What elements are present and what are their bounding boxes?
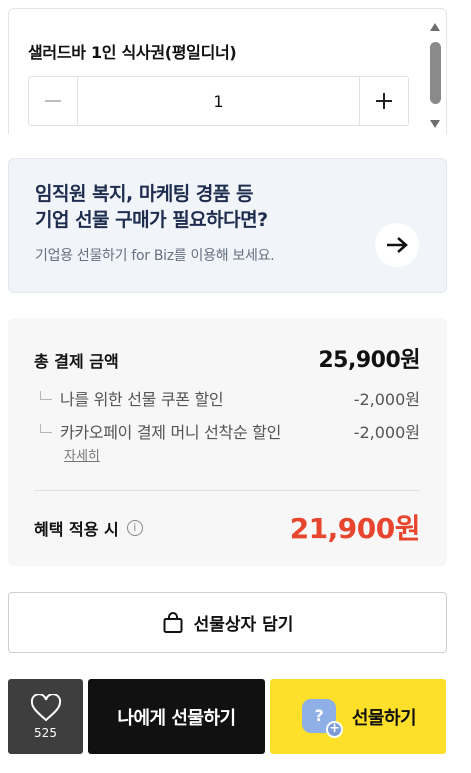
biz-banner[interactable]: 임직원 복지, 마케팅 경품 등 기업 선물 구매가 필요하다면? 기업용 선물… <box>8 158 447 293</box>
gift-to-self-label: 나에게 선물하기 <box>117 707 236 729</box>
discount-value: -2,000원 <box>353 423 420 442</box>
giftbox-label: 선물상자 담기 <box>193 615 294 635</box>
gift-add-icon: ? + <box>300 697 343 738</box>
option-title: 샐러드바 1인 식사권(평일디너) <box>28 43 237 62</box>
heart-icon <box>30 693 61 721</box>
divider <box>34 490 420 491</box>
total-label: 총 결제 금액 <box>34 352 119 371</box>
benefit-label-row: 혜택 적용 시 i <box>34 516 143 540</box>
biz-arrow-button[interactable] <box>375 223 419 267</box>
arrow-right-icon <box>387 237 408 253</box>
discount-value: -2,000원 <box>353 390 420 409</box>
wish-count: 525 <box>34 725 57 740</box>
discount-item: 나를 위한 선물 쿠폰 할인 <box>40 386 224 410</box>
branch-line <box>40 390 52 400</box>
payment-summary: 총 결제 금액 25,900원 나를 위한 선물 쿠폰 할인 -2,000원 카… <box>8 318 447 566</box>
gift-label: 선물하기 <box>351 707 417 729</box>
add-to-giftbox-button[interactable]: 선물상자 담기 <box>8 592 447 653</box>
gift-icon-plus: + <box>325 720 343 738</box>
wish-button[interactable]: 525 <box>8 679 83 754</box>
shopping-bag-icon <box>162 611 184 634</box>
increase-button[interactable] <box>360 77 408 125</box>
discount-label: 나를 위한 선물 쿠폰 할인 <box>60 390 224 409</box>
gift-button[interactable]: ? + 선물하기 <box>270 679 446 754</box>
total-value: 25,900원 <box>318 348 420 373</box>
biz-headline: 임직원 복지, 마케팅 경품 등 기업 선물 구매가 필요하다면? <box>35 181 268 233</box>
option-card: 샐러드바 1인 식사권(평일디너) 1 <box>8 8 447 134</box>
discount-item: 카카오페이 결제 머니 선착순 할인 <box>40 419 281 443</box>
scroll-up-arrow[interactable] <box>430 23 440 31</box>
scrollbar-thumb[interactable] <box>430 42 441 104</box>
detail-link[interactable]: 자세히 <box>64 445 100 464</box>
scroll-down-arrow[interactable] <box>430 120 440 128</box>
minus-icon <box>45 100 61 102</box>
plus-icon <box>376 93 392 109</box>
gift-to-self-button[interactable]: 나에게 선물하기 <box>88 679 265 754</box>
biz-subtext: 기업용 선물하기 for Biz를 이용해 보세요. <box>35 248 275 264</box>
biz-headline-line1: 임직원 복지, 마케팅 경품 등 <box>35 183 253 205</box>
biz-headline-line2: 기업 선물 구매가 필요하다면? <box>35 209 268 231</box>
quantity-value[interactable]: 1 <box>77 77 360 125</box>
branch-line <box>40 423 52 433</box>
decrease-button[interactable] <box>29 77 77 125</box>
info-icon[interactable]: i <box>126 520 143 536</box>
quantity-stepper: 1 <box>28 76 409 126</box>
discount-label: 카카오페이 결제 머니 선착순 할인 <box>60 423 282 442</box>
benefit-label: 혜택 적용 시 <box>34 520 119 539</box>
benefit-value: 21,900원 <box>289 512 421 545</box>
